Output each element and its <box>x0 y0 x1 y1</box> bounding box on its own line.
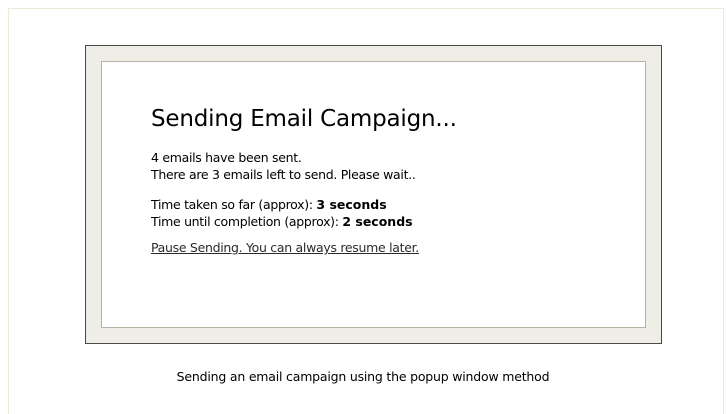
figure-caption: Sending an email campaign using the popu… <box>176 369 550 384</box>
time-taken-value: 3 seconds <box>316 197 387 212</box>
time-taken-row: Time taken so far (approx): 3 seconds <box>151 196 387 213</box>
popup-content: Sending Email Campaign... 4 emails have … <box>100 60 645 327</box>
time-taken-label: Time taken so far (approx): <box>151 197 317 212</box>
emails-sent-text: 4 emails have been sent. <box>151 150 302 165</box>
popup-title: Sending Email Campaign... <box>151 106 457 132</box>
emails-remaining-text: There are 3 emails left to send. Please … <box>151 167 416 182</box>
time-remaining-value: 2 seconds <box>342 214 413 229</box>
time-remaining-label: Time until completion (approx): <box>151 214 343 229</box>
pause-sending-link[interactable]: Pause Sending. You can always resume lat… <box>151 239 419 256</box>
time-remaining-row: Time until completion (approx): 2 second… <box>151 213 413 230</box>
